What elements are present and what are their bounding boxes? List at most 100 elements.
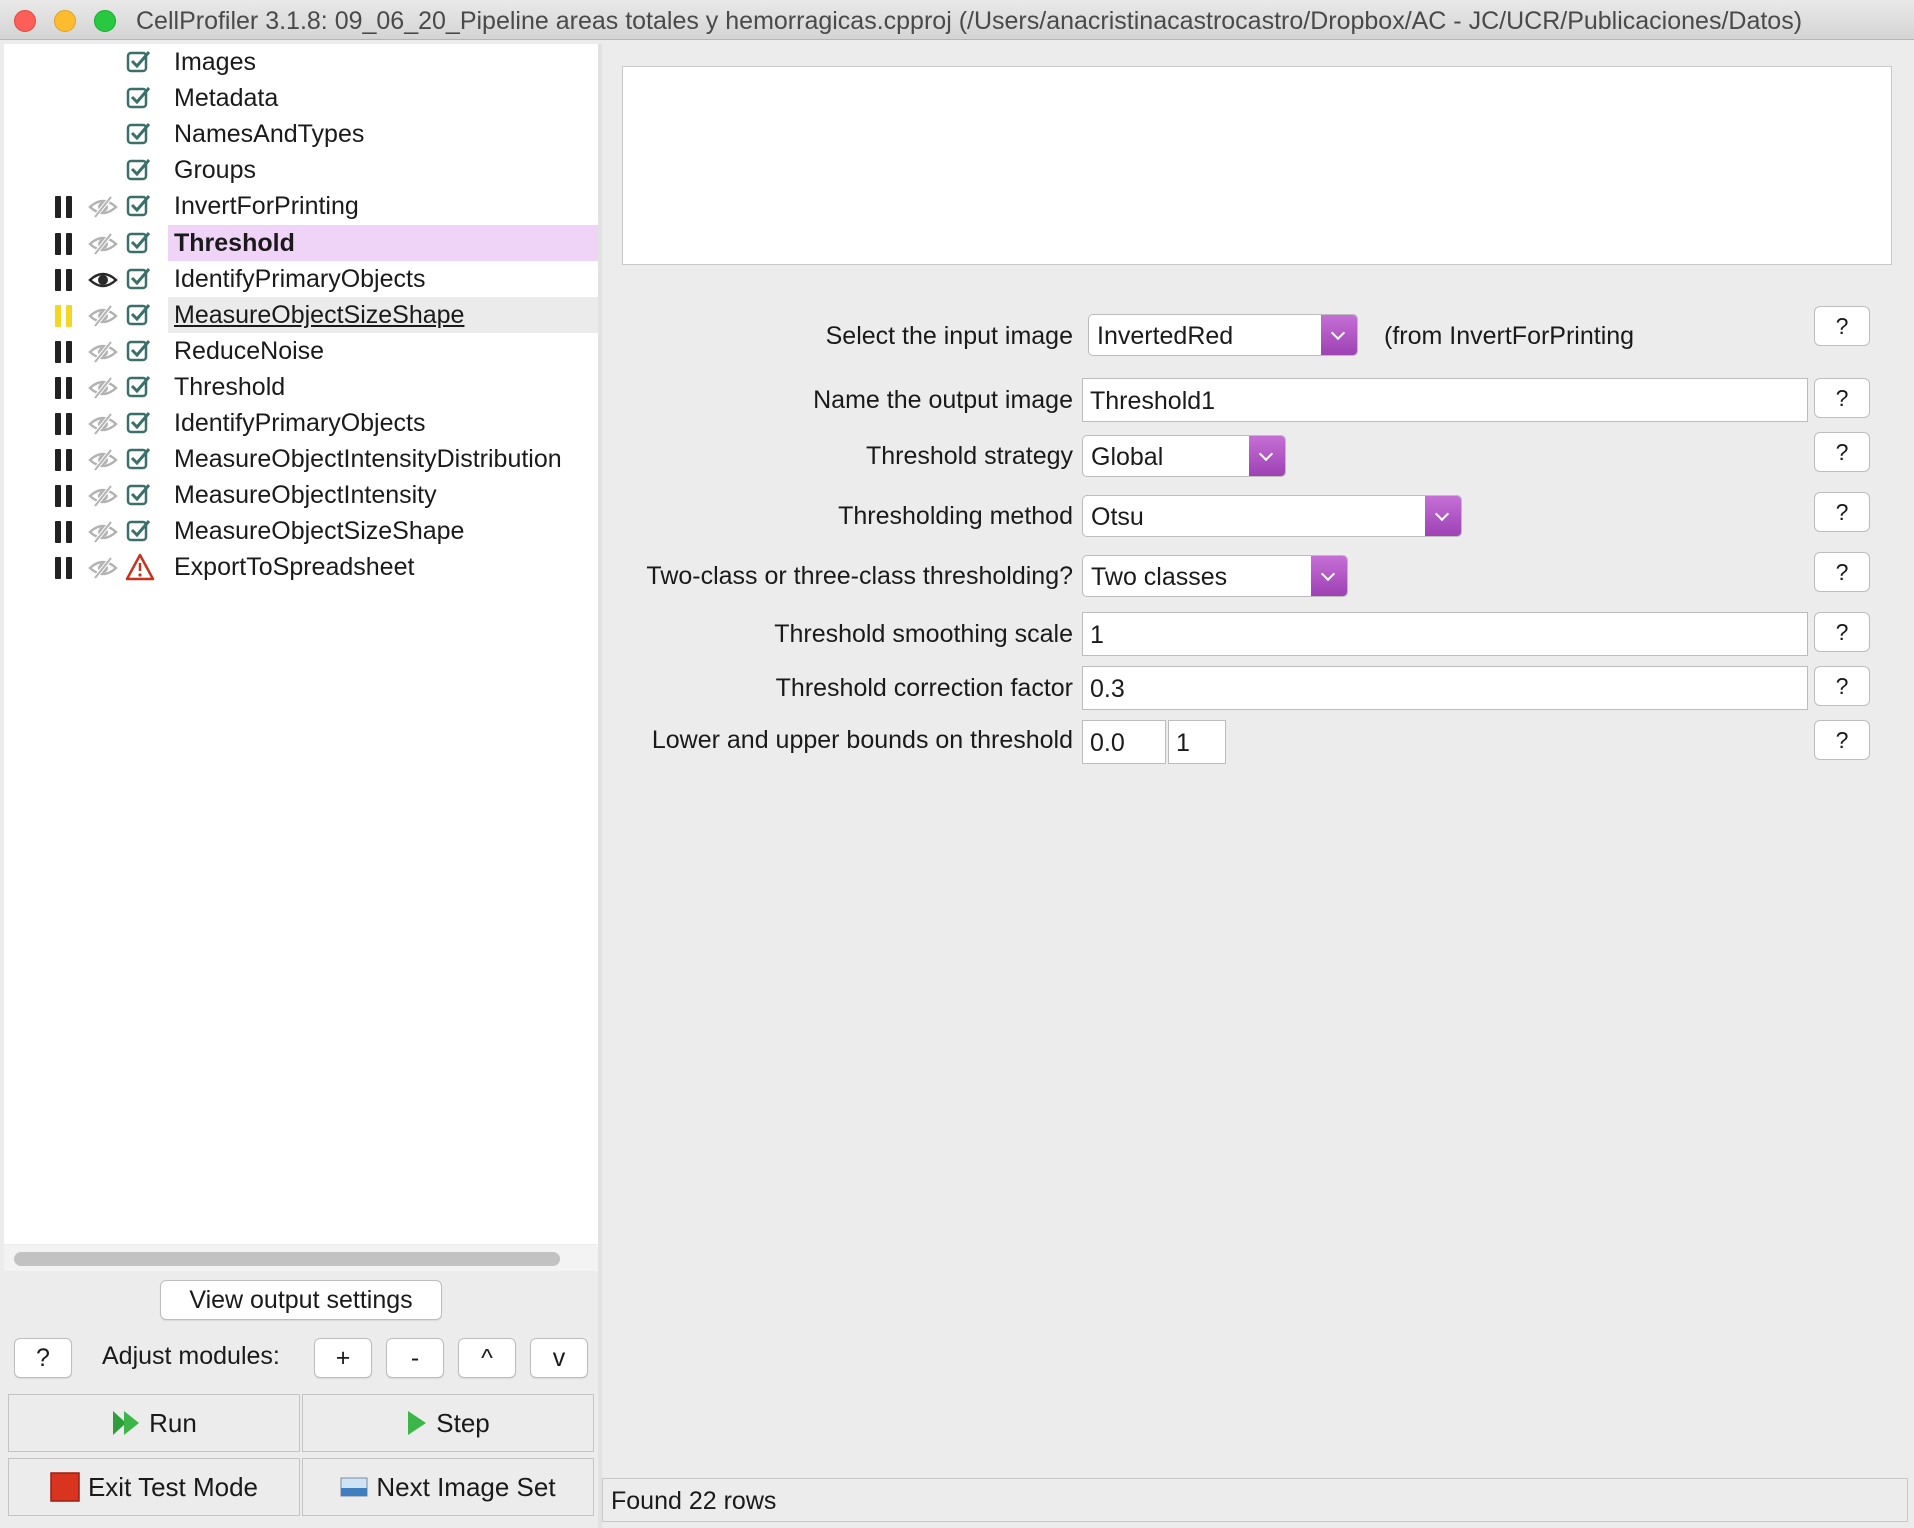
pause-icon[interactable] (53, 196, 75, 219)
module-name[interactable]: Threshold (168, 369, 291, 405)
module-row[interactable]: Threshold (4, 224, 602, 261)
check-icon[interactable] (125, 48, 155, 76)
module-name[interactable]: MeasureObjectSizeShape (168, 296, 602, 333)
smoothing-scale-help-button[interactable]: ? (1814, 612, 1870, 652)
module-row[interactable]: Groups (4, 152, 598, 188)
input-image-help-button[interactable]: ? (1814, 306, 1870, 346)
pause-icon[interactable] (53, 232, 75, 255)
module-row[interactable]: Metadata (4, 80, 598, 116)
eye-closed-icon[interactable] (88, 375, 118, 401)
module-row[interactable]: MeasureObjectIntensityDistribution (4, 441, 598, 477)
module-name[interactable]: IdentifyPrimaryObjects (168, 261, 431, 297)
check-icon[interactable] (125, 373, 155, 401)
pane-divider[interactable] (598, 44, 602, 1528)
view-output-settings-button[interactable]: View output settings (160, 1280, 442, 1320)
adjust-help-button[interactable]: ? (14, 1338, 72, 1378)
minimize-window-button[interactable] (54, 10, 76, 32)
check-icon[interactable] (125, 192, 155, 220)
eye-closed-icon[interactable] (88, 483, 118, 509)
module-name[interactable]: MeasureObjectSizeShape (168, 513, 470, 549)
close-window-button[interactable] (14, 10, 36, 32)
pause-icon[interactable] (53, 304, 75, 327)
threshold-bounds-help-button[interactable]: ? (1814, 720, 1870, 760)
eye-closed-icon[interactable] (88, 555, 118, 581)
module-name[interactable]: ExportToSpreadsheet (168, 549, 420, 585)
pause-icon[interactable] (53, 268, 75, 291)
output-image-help-button[interactable]: ? (1814, 378, 1870, 418)
module-name[interactable]: Threshold (168, 224, 602, 261)
thresholding-method-help-button[interactable]: ? (1814, 492, 1870, 532)
correction-factor-field[interactable]: 0.3 (1082, 666, 1808, 710)
lower-bound-field[interactable]: 0.0 (1082, 720, 1166, 764)
module-row[interactable]: ReduceNoise (4, 333, 598, 369)
correction-factor-help-button[interactable]: ? (1814, 666, 1870, 706)
module-notes-box[interactable] (622, 66, 1892, 265)
eye-closed-icon[interactable] (88, 303, 118, 329)
pause-icon[interactable] (53, 485, 75, 508)
pause-icon[interactable] (53, 449, 75, 472)
eye-closed-icon[interactable] (88, 194, 118, 220)
next-image-set-button[interactable]: Next Image Set (302, 1458, 594, 1516)
module-name[interactable]: ReduceNoise (168, 333, 330, 369)
module-row[interactable]: MeasureObjectSizeShape (4, 296, 602, 333)
pause-icon[interactable] (53, 413, 75, 435)
check-icon[interactable] (125, 120, 155, 148)
run-button[interactable]: Run (8, 1394, 300, 1452)
horizontal-scrollbar[interactable] (4, 1245, 598, 1271)
eye-closed-icon[interactable] (88, 231, 118, 257)
exit-test-mode-button[interactable]: Exit Test Mode (8, 1458, 300, 1516)
check-icon[interactable] (125, 229, 155, 257)
pause-icon[interactable] (53, 340, 75, 363)
module-row[interactable]: ExportToSpreadsheet (4, 549, 598, 585)
input-image-select[interactable]: InvertedRed (1088, 314, 1358, 356)
eye-closed-icon[interactable] (88, 339, 118, 365)
output-image-field[interactable]: Threshold1 (1082, 378, 1808, 422)
module-name[interactable]: NamesAndTypes (168, 116, 370, 152)
module-row[interactable]: IdentifyPrimaryObjects (4, 405, 598, 441)
module-name[interactable]: IdentifyPrimaryObjects (168, 405, 431, 441)
warning-icon[interactable] (125, 553, 155, 581)
threshold-strategy-help-button[interactable]: ? (1814, 432, 1870, 472)
scrollbar-thumb[interactable] (14, 1252, 560, 1266)
module-name[interactable]: Images (168, 44, 262, 80)
eye-closed-icon[interactable] (88, 447, 118, 473)
eye-closed-icon[interactable] (88, 411, 118, 437)
module-row[interactable]: MeasureObjectIntensity (4, 477, 598, 513)
eye-closed-icon[interactable] (88, 519, 118, 545)
check-icon[interactable] (125, 265, 155, 293)
module-name[interactable]: Groups (168, 152, 262, 188)
upper-bound-field[interactable]: 1 (1168, 720, 1226, 764)
module-row[interactable]: NamesAndTypes (4, 116, 598, 152)
check-icon[interactable] (125, 156, 155, 184)
check-icon[interactable] (125, 301, 155, 329)
module-row[interactable]: MeasureObjectSizeShape (4, 513, 598, 549)
module-name[interactable]: Metadata (168, 80, 284, 116)
module-name[interactable]: InvertForPrinting (168, 188, 365, 224)
check-icon[interactable] (125, 445, 155, 473)
pause-icon[interactable] (53, 521, 75, 544)
module-row[interactable]: Images (4, 44, 598, 80)
check-icon[interactable] (125, 84, 155, 112)
threshold-classes-help-button[interactable]: ? (1814, 552, 1870, 592)
step-button[interactable]: Step (302, 1394, 594, 1452)
pause-icon[interactable] (53, 376, 75, 399)
check-icon[interactable] (125, 517, 155, 545)
threshold-classes-select[interactable]: Two classes (1082, 555, 1348, 597)
check-icon[interactable] (125, 409, 155, 437)
move-module-down-button[interactable]: v (530, 1338, 588, 1378)
zoom-window-button[interactable] (94, 10, 116, 32)
module-row[interactable]: Threshold (4, 369, 598, 405)
check-icon[interactable] (125, 337, 155, 365)
module-name[interactable]: MeasureObjectIntensity (168, 477, 443, 513)
remove-module-button[interactable]: - (386, 1338, 444, 1378)
add-module-button[interactable]: + (314, 1338, 372, 1378)
module-row[interactable]: IdentifyPrimaryObjects (4, 261, 598, 297)
move-module-up-button[interactable]: ^ (458, 1338, 516, 1378)
eye-icon[interactable] (88, 267, 118, 293)
module-name[interactable]: MeasureObjectIntensityDistribution (168, 441, 568, 477)
pause-icon[interactable] (53, 557, 75, 580)
check-icon[interactable] (125, 481, 155, 509)
threshold-strategy-select[interactable]: Global (1082, 435, 1286, 477)
thresholding-method-select[interactable]: Otsu (1082, 495, 1462, 537)
smoothing-scale-field[interactable]: 1 (1082, 612, 1808, 656)
